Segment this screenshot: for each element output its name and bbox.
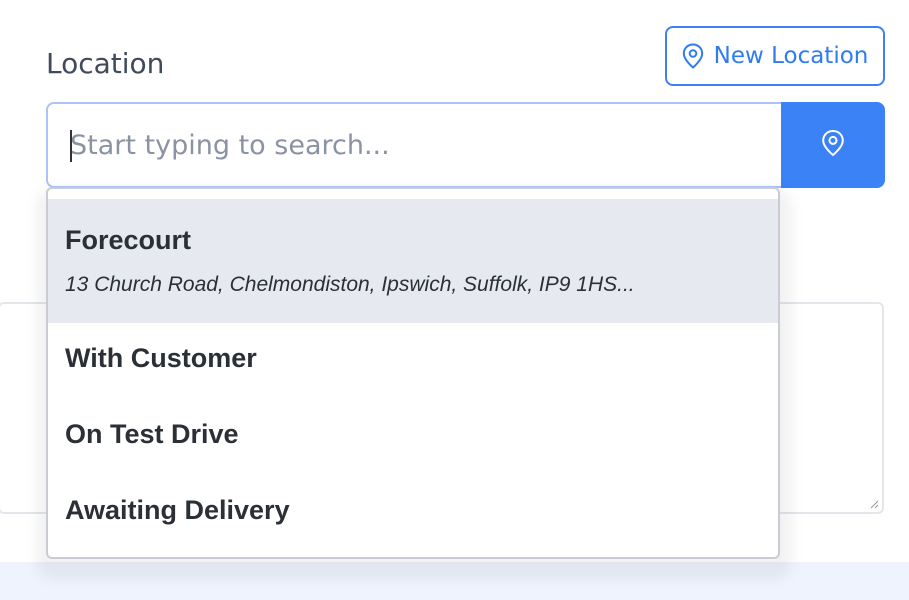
resize-handle-icon[interactable] (869, 499, 879, 509)
map-pin-icon (821, 129, 845, 162)
suggestion-title: On Test Drive (65, 419, 239, 449)
locate-button[interactable] (781, 102, 885, 188)
location-search (46, 102, 885, 188)
text-caret (70, 130, 72, 162)
suggestion-title: Awaiting Delivery (65, 495, 290, 525)
suggestion-awaiting-delivery[interactable]: Awaiting Delivery (48, 475, 778, 551)
suggestion-address: 13 Church Road, Chelmondiston, Ipswich, … (65, 273, 635, 296)
suggestion-on-test-drive[interactable]: On Test Drive (48, 399, 778, 475)
new-location-button[interactable]: New Location (665, 26, 885, 86)
new-location-label: New Location (713, 43, 869, 69)
map-pin-icon (682, 43, 704, 69)
suggestion-with-customer[interactable]: With Customer (48, 323, 778, 399)
suggestion-title: With Customer (65, 343, 257, 373)
suggestion-forecourt[interactable]: Forecourt 13 Church Road, Chelmondiston,… (48, 199, 778, 323)
location-suggestions: Forecourt 13 Church Road, Chelmondiston,… (46, 187, 780, 559)
suggestion-title: Forecourt (65, 225, 192, 255)
location-label: Location (46, 47, 165, 80)
location-search-input[interactable] (46, 102, 781, 188)
